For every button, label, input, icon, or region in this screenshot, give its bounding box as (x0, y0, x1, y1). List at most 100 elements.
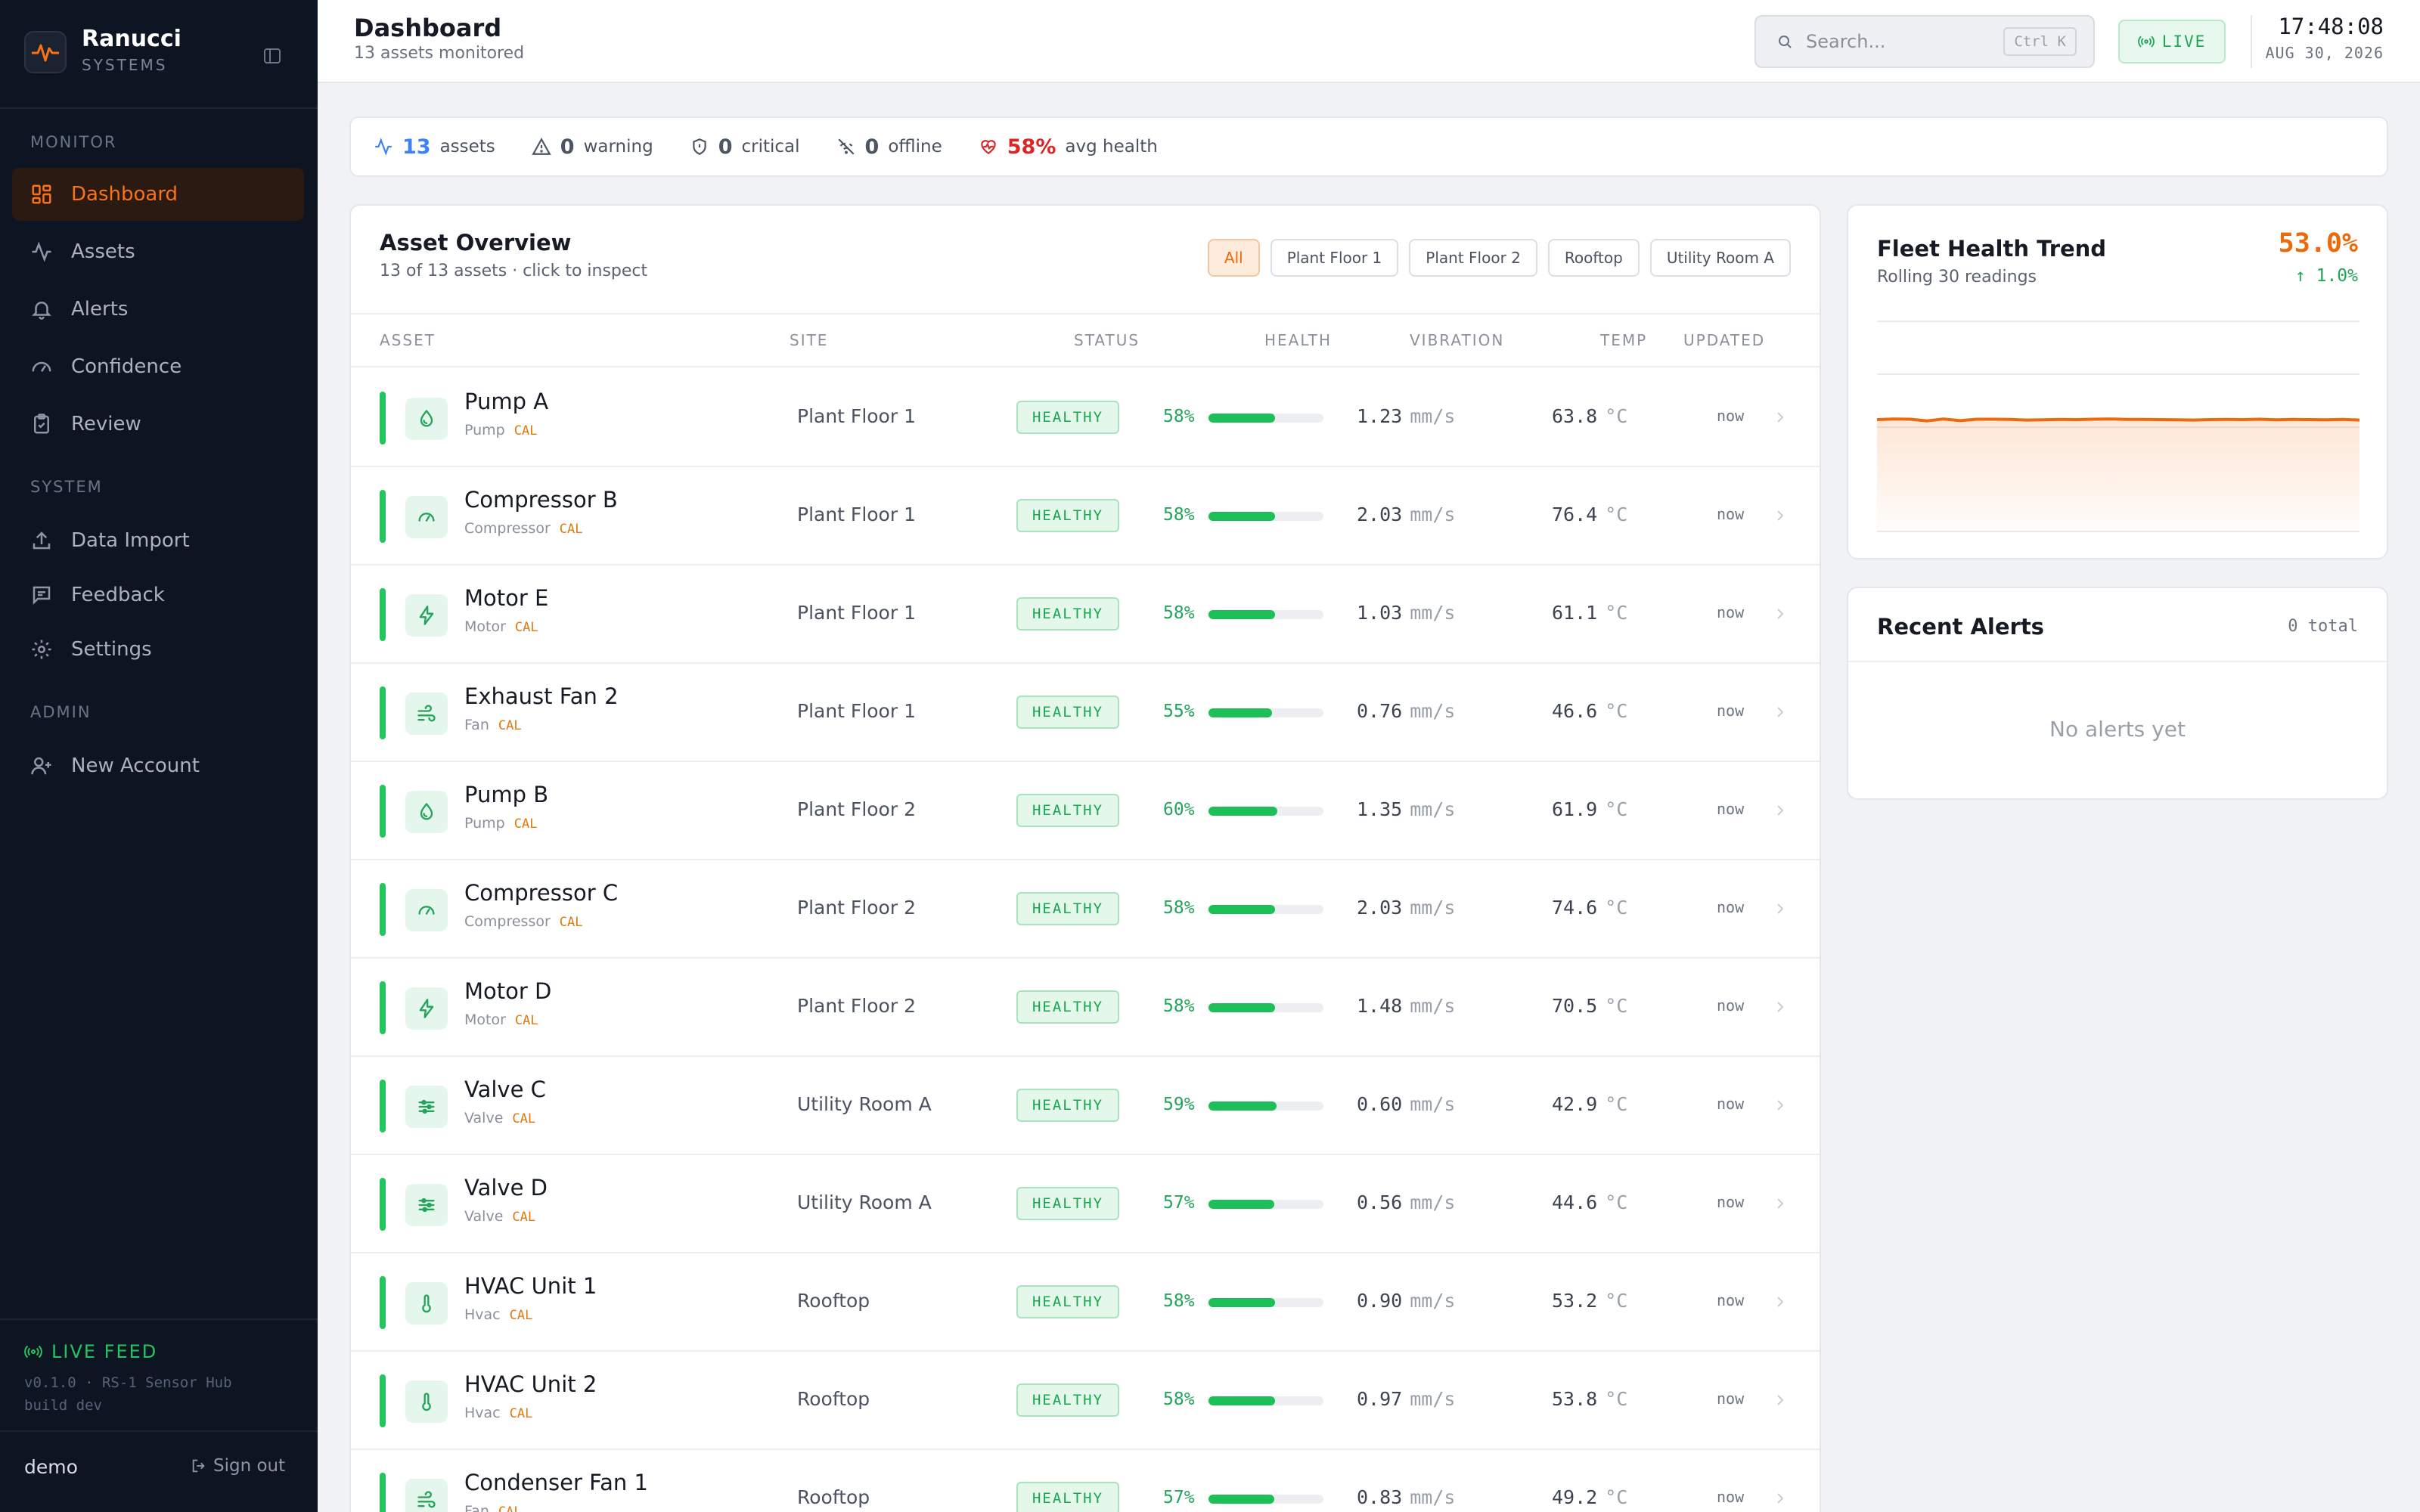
search-placeholder: Search... (1806, 31, 1886, 52)
temperature-number: 53.2 (1552, 1290, 1598, 1312)
sidebar-item-new-account[interactable]: New Account (12, 739, 304, 792)
vibration-value: 1.23 mm/s (1357, 405, 1455, 427)
asset-site: Plant Floor 2 (797, 897, 916, 919)
chevron-right-icon[interactable] (1773, 408, 1788, 426)
filter-plant-floor-2[interactable]: Plant Floor 2 (1409, 239, 1537, 277)
temperature-number: 76.4 (1552, 503, 1598, 525)
status-badge: HEALTHY (1016, 499, 1119, 532)
vibration-unit: mm/s (1410, 405, 1456, 427)
sidebar-item-settings[interactable]: Settings (12, 623, 304, 676)
filter-utility-room-a[interactable]: Utility Room A (1649, 239, 1791, 277)
asset-type-icon-box (405, 1184, 448, 1226)
filter-plant-floor-1[interactable]: Plant Floor 1 (1270, 239, 1399, 277)
health-bar (1208, 1200, 1323, 1209)
sidebar-collapse-icon[interactable] (257, 41, 287, 71)
status-indicator-bar (380, 686, 386, 739)
chart-series-line (1877, 417, 2360, 423)
stat-value: 0 (718, 135, 733, 159)
stat-label: offline (888, 137, 942, 156)
chevron-right-icon[interactable] (1773, 605, 1788, 623)
temperature-value: 61.9 °C (1552, 798, 1627, 820)
vibration-unit: mm/s (1410, 1290, 1456, 1312)
health-bar-fill (1208, 1298, 1276, 1307)
table-row[interactable]: Exhaust Fan 2 Fan CAL Plant Floor 1 HEALTHY 5… (351, 664, 1820, 762)
alerts-total: 0 total (2288, 617, 2358, 636)
table-row[interactable]: Valve D Valve CAL Utility Room A HEALTHY 57% 0… (351, 1155, 1820, 1253)
gauge-icon (418, 906, 435, 915)
search-input[interactable]: Search... Ctrl K (1754, 15, 2095, 68)
column-header-site[interactable]: SITE (790, 331, 828, 349)
sidebar-item-confidence[interactable]: Confidence (12, 340, 304, 393)
temperature-value: 49.2 °C (1552, 1486, 1627, 1508)
chevron-right-icon[interactable] (1773, 1096, 1788, 1114)
cal-badge: CAL (513, 816, 538, 832)
chevron-right-icon[interactable] (1773, 1489, 1788, 1507)
column-header-vibration[interactable]: VIBRATION (1410, 331, 1504, 349)
column-header-updated[interactable]: UPDATED (1683, 331, 1765, 349)
filter-rooftop[interactable]: Rooftop (1547, 239, 1640, 277)
table-row[interactable]: HVAC Unit 1 Hvac CAL Rooftop HEALTHY 58% 0.90 m… (351, 1253, 1820, 1352)
vibration-value: 0.56 mm/s (1357, 1191, 1455, 1213)
column-header-status[interactable]: STATUS (1074, 331, 1140, 349)
brand[interactable]: Ranucci SYSTEMS (24, 26, 293, 79)
vibration-value: 2.03 mm/s (1357, 897, 1455, 919)
temperature-value: 70.5 °C (1552, 995, 1627, 1017)
sidebar-item-data-import[interactable]: Data Import (12, 514, 304, 567)
asset-type: Hvac (464, 1306, 501, 1323)
sliders-icon (418, 1198, 435, 1213)
sidebar-item-dashboard[interactable]: Dashboard (12, 168, 304, 221)
chevron-right-icon[interactable] (1773, 703, 1788, 721)
column-header-temp[interactable]: TEMP (1600, 331, 1647, 349)
chevron-right-icon[interactable] (1773, 1194, 1788, 1213)
sidebar-item-alerts[interactable]: Alerts (12, 283, 304, 336)
asset-type: Pump (464, 422, 505, 438)
table-row[interactable]: Compressor B Compressor CAL Plant Floor 1 HE… (351, 467, 1820, 565)
table-row[interactable]: Compressor C Compressor CAL Plant Floor 2 HE… (351, 860, 1820, 959)
chevron-right-icon[interactable] (1773, 801, 1788, 820)
filter-all[interactable]: All (1207, 239, 1260, 277)
table-row[interactable]: Motor D Motor CAL Plant Floor 2 HEALTHY 58% 1.… (351, 959, 1820, 1057)
stat-value: 0 (864, 135, 880, 159)
live-button[interactable]: LIVE (2118, 20, 2226, 64)
table-row[interactable]: Pump A Pump CAL Plant Floor 1 HEALTHY 58% 1.23… (351, 369, 1820, 467)
chevron-right-icon[interactable] (1773, 1391, 1788, 1409)
health-bar-fill (1208, 708, 1272, 717)
chevron-right-icon[interactable] (1773, 507, 1788, 525)
vibration-number: 0.60 (1357, 1093, 1403, 1115)
stat-value: 0 (560, 135, 575, 159)
vibration-number: 0.97 (1357, 1388, 1403, 1410)
column-header-asset[interactable]: ASSET (380, 331, 436, 349)
chevron-right-icon[interactable] (1773, 998, 1788, 1016)
health-bar (1208, 610, 1323, 619)
vibration-value: 2.03 mm/s (1357, 503, 1455, 525)
sign-out-button[interactable]: Sign out (191, 1456, 285, 1476)
table-row[interactable]: Valve C Valve CAL Utility Room A HEALTHY 59% 0… (351, 1057, 1820, 1155)
asset-type-icon-box (405, 1086, 448, 1128)
table-row[interactable]: Motor E Motor CAL Plant Floor 1 HEALTHY 58% 1.… (351, 565, 1820, 664)
gauge-icon (32, 361, 51, 372)
asset-type: Fan (464, 1503, 489, 1512)
version-text: v0.1.0 · RS-1 Sensor Hub (24, 1374, 232, 1391)
chevron-right-icon[interactable] (1773, 1293, 1788, 1311)
live-feed-label: LIVE FEED (51, 1341, 158, 1362)
sidebar-item-assets[interactable]: Assets (12, 225, 304, 278)
table-row[interactable]: HVAC Unit 2 Hvac CAL Rooftop HEALTHY 58% 0.97 m… (351, 1352, 1820, 1450)
sidebar-item-label: New Account (71, 754, 200, 777)
stat-assets: 13 assets (374, 135, 495, 159)
vibration-number: 2.03 (1357, 897, 1403, 919)
chevron-right-icon[interactable] (1773, 900, 1788, 918)
table-row[interactable]: Pump B Pump CAL Plant Floor 2 HEALTHY 60% 1.35… (351, 762, 1820, 860)
card-title: Recent Alerts (1877, 614, 2044, 640)
updated-time: now (1717, 1291, 1745, 1309)
health-percent: 58% (1163, 603, 1195, 623)
sidebar-item-review[interactable]: Review (12, 398, 304, 451)
vibration-unit: mm/s (1410, 602, 1456, 624)
sidebar-item-feedback[interactable]: Feedback (12, 569, 304, 621)
table-row[interactable]: Condenser Fan 1 Fan CAL Rooftop HEALTHY 57% 0.… (351, 1450, 1820, 1512)
column-header-health[interactable]: HEALTH (1264, 331, 1332, 349)
gear-icon (32, 640, 51, 659)
sidebar-divider (0, 1430, 318, 1432)
status-indicator-bar (380, 490, 386, 543)
asset-type: Hvac (464, 1405, 501, 1421)
asset-type-line: Valve CAL (464, 1110, 535, 1126)
